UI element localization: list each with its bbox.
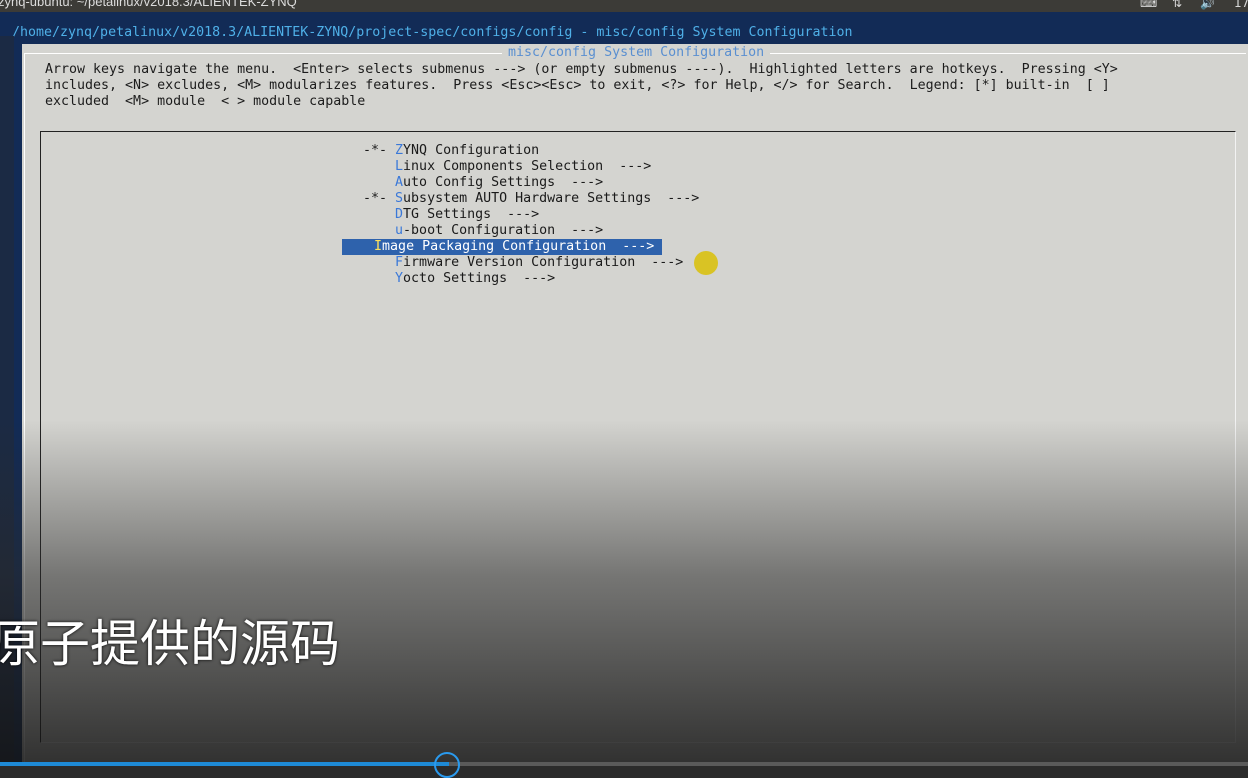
menu-item-arrow: --->: [606, 239, 655, 254]
menu-item-hotkey: F: [395, 255, 404, 270]
menu-item-prefix: [363, 271, 395, 286]
clock[interactable]: 17: [1234, 0, 1248, 10]
menu-item-label: mage Packaging Configuration: [382, 239, 607, 254]
menu-item-label: YNQ Configuration: [403, 143, 540, 158]
menu-item-label: inux Components Selection: [403, 159, 604, 174]
video-progress-handle[interactable]: [434, 752, 460, 778]
menu-item-hotkey: Z: [395, 143, 404, 158]
menu-item[interactable]: -*- Subsystem AUTO Hardware Settings ---…: [363, 191, 699, 207]
network-icon[interactable]: ⇅: [1172, 0, 1182, 10]
menu-item-label: uto Config Settings: [403, 175, 556, 190]
help-text-line: Arrow keys navigate the menu. <Enter> se…: [45, 62, 1118, 77]
volume-icon[interactable]: 🔊: [1200, 0, 1215, 10]
menu-item-hotkey: Y: [395, 271, 404, 286]
window-title: zynq-ubuntu: ~/petalinux/v2018.3/ALIENTE…: [0, 0, 297, 9]
menu-item-arrow: --->: [491, 207, 540, 222]
menu-item-arrow: --->: [555, 175, 604, 190]
menu-item-arrow: --->: [507, 271, 556, 286]
menu-item-label: ubsystem AUTO Hardware Settings: [403, 191, 652, 206]
menu-item-hotkey: D: [395, 207, 404, 222]
dialog-title: misc/config System Configuration: [502, 45, 771, 61]
menu-item-hotkey: S: [395, 191, 404, 206]
menu-item-label: TG Settings: [403, 207, 492, 222]
menu-item-label: irmware Version Configuration: [403, 255, 636, 270]
menu-item-hotkey: A: [395, 175, 404, 190]
mouse-cursor-highlight: [694, 251, 718, 275]
menu-item-prefix: -*-: [363, 191, 396, 206]
menu-item[interactable]: Auto Config Settings --->: [363, 175, 603, 191]
menu-item[interactable]: -*- ZYNQ Configuration: [363, 143, 539, 159]
menu-item-hotkey: u: [395, 223, 404, 238]
menu-item-arrow: --->: [603, 159, 652, 174]
menu-item-hotkey: I: [374, 239, 383, 254]
menu-item-prefix: [363, 207, 395, 222]
menu-item[interactable]: DTG Settings --->: [363, 207, 539, 223]
video-progress-fill: [0, 762, 450, 766]
menu-item[interactable]: Yocto Settings --->: [363, 271, 555, 287]
menu-item[interactable]: Linux Components Selection --->: [363, 159, 651, 175]
help-text-line: includes, <N> excludes, <M> modularizes …: [45, 78, 1110, 93]
menu-item-prefix: [363, 175, 395, 190]
menu-item-prefix: [363, 223, 395, 238]
menu-item-arrow: --->: [635, 255, 684, 270]
menu-item[interactable]: u-boot Configuration --->: [363, 223, 603, 239]
config-path-line: /home/zynq/petalinux/v2018.3/ALIENTEK-ZY…: [12, 25, 853, 40]
menu-item-arrow: --->: [555, 223, 604, 238]
help-text-line: excluded <M> module < > module capable: [45, 94, 366, 109]
menu-item[interactable]: Firmware Version Configuration --->: [363, 255, 683, 271]
menu-item-hotkey: L: [395, 159, 404, 174]
menu-item-prefix: -*-: [363, 143, 396, 158]
menu-item-arrow: --->: [651, 191, 700, 206]
video-subtitle: 原子提供的源码: [0, 615, 340, 673]
menu-item-label: -boot Configuration: [403, 223, 556, 238]
keyboard-icon[interactable]: ⌨: [1140, 0, 1157, 10]
video-progress-bar[interactable]: [0, 762, 1248, 766]
menu-item-label: octo Settings: [403, 271, 508, 286]
menu-item-selected[interactable]: Image Packaging Configuration --->: [342, 239, 663, 255]
menu-item-prefix: [342, 239, 374, 254]
top-panel: zynq-ubuntu: ~/petalinux/v2018.3/ALIENTE…: [0, 0, 1248, 12]
menu-item-prefix: [363, 159, 395, 174]
menu-item-prefix: [363, 255, 395, 270]
